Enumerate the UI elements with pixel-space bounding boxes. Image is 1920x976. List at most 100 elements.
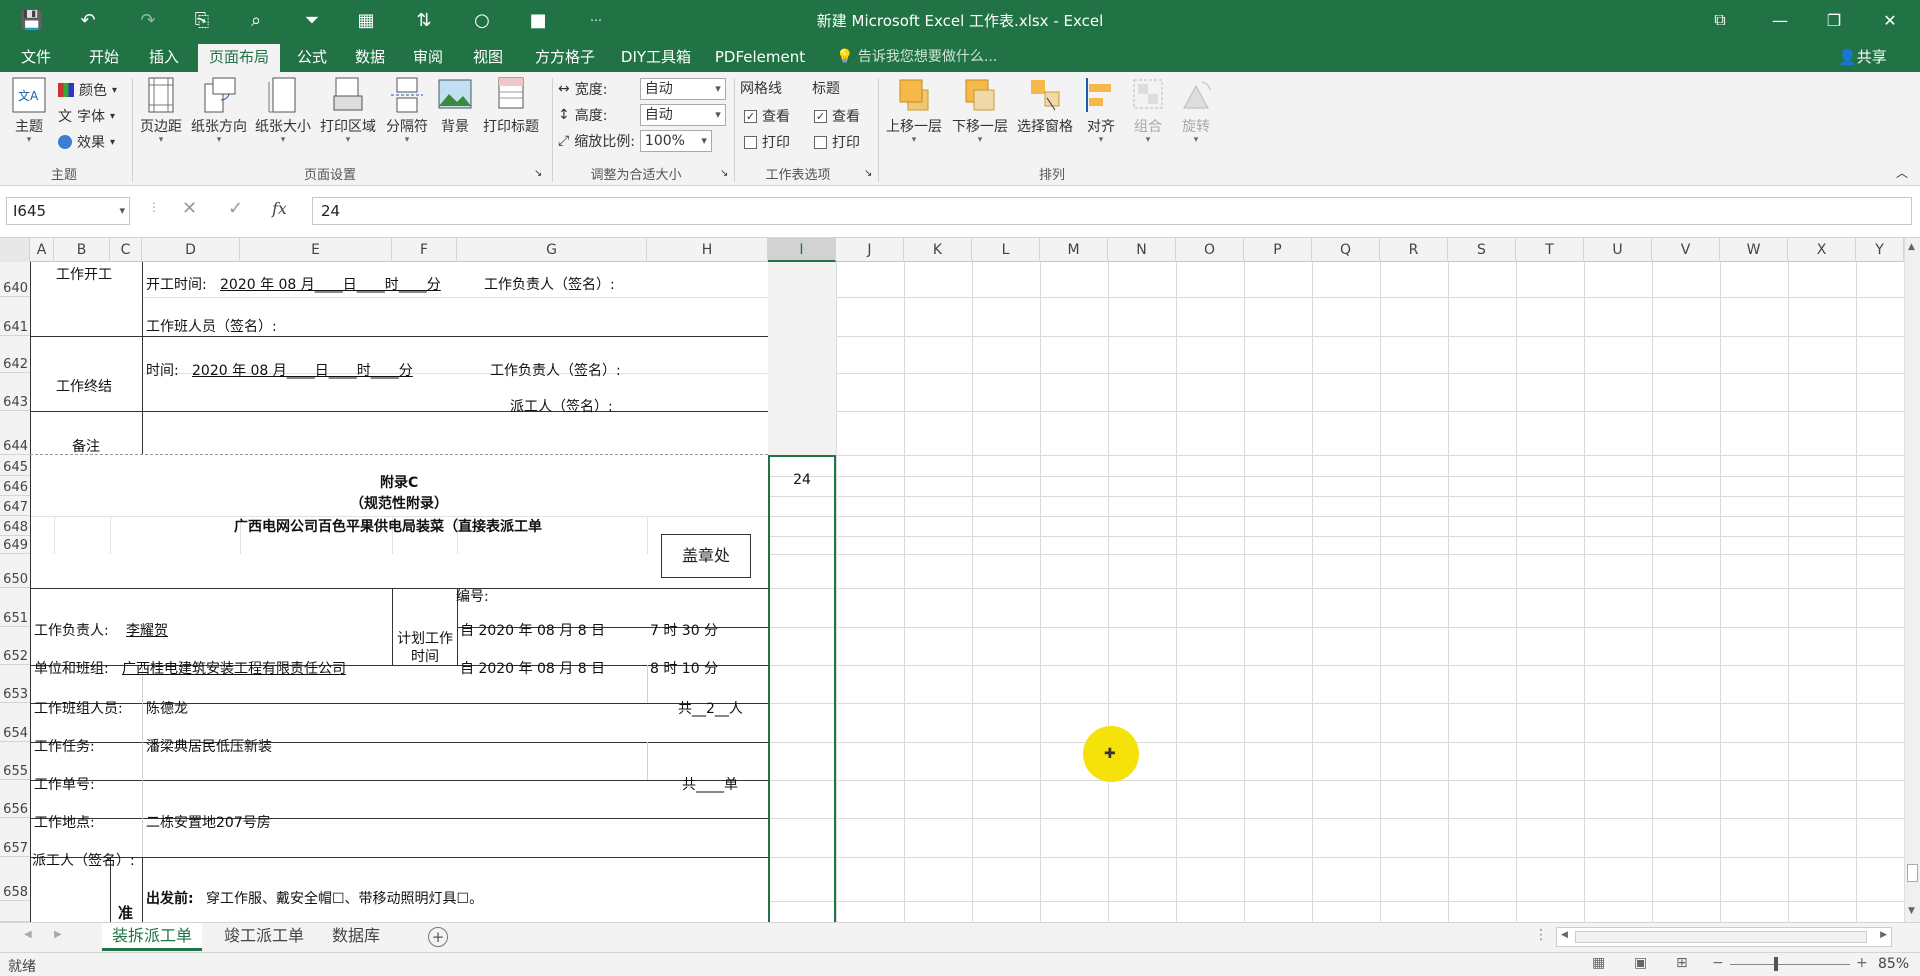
orientation-button[interactable]: 纸张方向 ▾	[188, 76, 250, 145]
share-button[interactable]: 👤共享	[1838, 44, 1887, 70]
tab-data[interactable]: 数据	[344, 44, 396, 72]
column-header[interactable]: C	[110, 238, 142, 262]
print-titles-button[interactable]: 打印标题	[478, 76, 544, 136]
collapse-ribbon-icon[interactable]: ︿	[1896, 164, 1908, 181]
column-header[interactable]: V	[1652, 238, 1720, 262]
scroll-up-icon[interactable]: ▲	[1908, 242, 1915, 252]
colors-button[interactable]: 颜色 ▾	[58, 80, 117, 100]
ribbon-display-icon[interactable]: ⧉	[1694, 0, 1746, 40]
undo-icon[interactable]: ↶	[68, 0, 108, 40]
column-header[interactable]: G	[457, 238, 647, 262]
row-header[interactable]: 644	[0, 411, 30, 455]
page-layout-view-icon[interactable]: ▣	[1634, 955, 1647, 971]
width-select[interactable]: 自动	[639, 78, 726, 100]
scroll-thumb[interactable]	[1907, 864, 1918, 882]
row-header[interactable]: 652	[0, 627, 30, 665]
tab-insert[interactable]: 插入	[138, 44, 190, 72]
tab-pdfelement[interactable]: PDFelement	[712, 44, 808, 72]
next-sheet-icon[interactable]: ▶	[54, 929, 62, 940]
sheet-options-launcher-icon[interactable]: ↘	[864, 168, 872, 179]
row-header[interactable]: 640	[0, 262, 30, 297]
column-header[interactable]: P	[1244, 238, 1312, 262]
headings-print-checkbox[interactable]: 打印	[814, 132, 860, 152]
zoom-slider-thumb[interactable]	[1774, 957, 1778, 971]
sheet-tab[interactable]: 竣工派工单	[214, 923, 314, 951]
add-sheet-icon[interactable]: +	[428, 927, 448, 947]
size-button[interactable]: 纸张大小 ▾	[252, 76, 314, 145]
tell-me-search[interactable]: 💡 告诉我您想要做什么...	[836, 44, 997, 70]
row-header[interactable]: 657	[0, 818, 30, 857]
breaks-button[interactable]: 分隔符 ▾	[382, 76, 432, 145]
align-button[interactable]: 对齐 ▾	[1078, 76, 1124, 145]
scale-input[interactable]: 100%	[639, 130, 712, 152]
tab-diy-toolbox[interactable]: DIY工具箱	[614, 44, 698, 72]
close-icon[interactable]: ✕	[1864, 0, 1916, 40]
selection-pane-button[interactable]: 选择窗格	[1014, 76, 1076, 136]
prev-sheet-icon[interactable]: ◀	[24, 929, 32, 940]
column-header[interactable]: T	[1516, 238, 1584, 262]
scale-launcher-icon[interactable]: ↘	[720, 168, 728, 179]
hscroll-thumb[interactable]	[1575, 931, 1867, 943]
column-header[interactable]: K	[904, 238, 972, 262]
row-header[interactable]: 650	[0, 554, 30, 588]
tab-review[interactable]: 审阅	[402, 44, 454, 72]
normal-view-icon[interactable]: ▦	[1592, 955, 1605, 971]
row-header[interactable]: 642	[0, 336, 30, 373]
row-header[interactable]: 651	[0, 588, 30, 627]
column-header[interactable]: B	[54, 238, 110, 262]
column-header[interactable]: U	[1584, 238, 1652, 262]
scroll-down-icon[interactable]: ▼	[1908, 906, 1915, 916]
zoom-in-icon[interactable]: +	[1856, 955, 1868, 971]
restore-icon[interactable]: ❐	[1808, 0, 1860, 40]
row-header[interactable]: 656	[0, 780, 30, 818]
tab-home[interactable]: 开始	[78, 44, 130, 72]
row-header[interactable]: 643	[0, 373, 30, 411]
send-backward-button[interactable]: 下移一层 ▾	[948, 76, 1012, 145]
stamp-box[interactable]: 盖章处	[661, 534, 751, 578]
spreadsheet-grid[interactable]: A B C D E F G H I J K L M N O P Q R S T …	[0, 238, 1904, 922]
tab-page-layout[interactable]: 页面布局	[198, 44, 280, 72]
name-box[interactable]: I645 ▾	[6, 197, 130, 225]
tab-fangfang[interactable]: 方方格子	[524, 44, 606, 72]
row-header[interactable]: 654	[0, 703, 30, 742]
row-header[interactable]: 648	[0, 516, 30, 536]
zoom-level[interactable]: 85%	[1878, 956, 1909, 972]
column-header[interactable]: F	[392, 238, 457, 262]
vertical-scrollbar[interactable]: ▲ ▼	[1904, 238, 1920, 922]
column-header[interactable]: W	[1720, 238, 1788, 262]
row-header[interactable]	[0, 901, 30, 922]
print-preview-icon[interactable]: ⌕	[236, 0, 276, 40]
insert-function-icon[interactable]: fx	[272, 199, 287, 218]
sheet-tab[interactable]: 数据库	[322, 923, 390, 951]
row-header[interactable]: 647	[0, 496, 30, 516]
gridlines-view-checkbox[interactable]: ✓ 查看	[744, 106, 790, 126]
zoom-slider[interactable]	[1730, 964, 1850, 965]
zoom-out-icon[interactable]: −	[1712, 955, 1724, 971]
scroll-left-icon[interactable]: ◀	[1561, 930, 1568, 940]
bring-forward-button[interactable]: 上移一层 ▾	[882, 76, 946, 145]
row-header[interactable]: 653	[0, 665, 30, 703]
sort-icon[interactable]: ⇅	[404, 0, 444, 40]
sheet-tab-active[interactable]: 装拆派工单	[102, 923, 203, 951]
group-button[interactable]: 组合 ▾	[1126, 76, 1170, 145]
height-select[interactable]: 自动	[639, 104, 726, 126]
horizontal-scrollbar[interactable]: ◀ ▶	[1556, 927, 1892, 947]
page-setup-launcher-icon[interactable]: ↘	[534, 168, 542, 179]
row-header[interactable]: 645	[0, 455, 30, 476]
column-header[interactable]: R	[1380, 238, 1448, 262]
column-header[interactable]: M	[1040, 238, 1108, 262]
themes-button[interactable]: 文A 主题 ▾	[8, 76, 50, 145]
tab-formulas[interactable]: 公式	[286, 44, 338, 72]
square-icon[interactable]: ■	[518, 0, 558, 40]
column-header[interactable]: D	[142, 238, 240, 262]
minimize-icon[interactable]: —	[1754, 0, 1806, 40]
redo-icon[interactable]: ↷	[128, 0, 168, 40]
column-header[interactable]: H	[647, 238, 768, 262]
split-handle-icon[interactable]: ⋮	[1534, 927, 1548, 943]
cell-i645[interactable]: 24	[788, 472, 816, 488]
column-header[interactable]: X	[1788, 238, 1856, 262]
filter-icon[interactable]: ⏷	[292, 0, 332, 40]
tab-file[interactable]: 文件	[10, 44, 62, 72]
effects-button[interactable]: 效果 ▾	[58, 132, 115, 152]
row-header[interactable]: 658	[0, 857, 30, 901]
